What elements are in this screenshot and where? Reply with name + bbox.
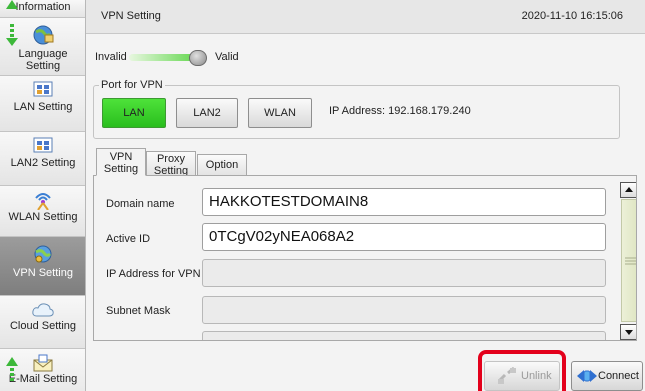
sidebar-item-label: Cloud Setting: [9, 320, 77, 332]
port-for-vpn-legend: Port for VPN: [99, 79, 165, 91]
scroll-down-arrow-icon[interactable]: [6, 24, 18, 46]
sidebar-item-lan2[interactable]: LAN2 Setting: [0, 132, 85, 186]
globe-key-icon: [34, 245, 52, 263]
unlink-label: Unlink: [521, 370, 552, 382]
toggle-knob[interactable]: [189, 50, 207, 66]
network-port-icon: [33, 137, 53, 153]
port-for-vpn-group: Port for VPN LAN LAN2 WLAN IP Address: 1…: [93, 79, 620, 139]
tab-label-line1: VPN: [109, 151, 133, 163]
subnet-mask-field: [202, 296, 606, 324]
globe-icon: [33, 25, 54, 45]
sidebar-item-vpn[interactable]: VPN Setting: [0, 237, 85, 296]
panel-scrollbar[interactable]: [620, 182, 636, 340]
mail-icon: [33, 354, 53, 372]
connect-button[interactable]: Connect: [571, 361, 643, 391]
domain-name-field[interactable]: HAKKOTESTDOMAIN8: [202, 188, 606, 216]
scroll-up-arrow-icon[interactable]: [6, 0, 18, 12]
scroll-down-button[interactable]: [620, 324, 636, 340]
vpn-setting-panel: Domain name HAKKOTESTDOMAIN8 Active ID 0…: [93, 175, 637, 341]
sidebar: Information Language Setting LAN Setting: [0, 0, 86, 391]
valid-label: Valid: [215, 51, 239, 63]
port-lan2-button[interactable]: LAN2: [176, 98, 238, 128]
grip-lines-icon: [625, 257, 636, 265]
sidebar-item-lan[interactable]: LAN Setting: [0, 76, 85, 132]
port-wlan-button[interactable]: WLAN: [248, 98, 312, 128]
sidebar-item-wlan[interactable]: WLAN Setting: [0, 186, 85, 237]
tab-label-line1: Proxy: [156, 153, 186, 165]
active-id-field[interactable]: 0TCgV02yNEA068A2: [202, 223, 606, 251]
tab-label-line1: Option: [205, 159, 239, 171]
vpn-enable-toggle[interactable]: [129, 50, 207, 66]
port-lan-button[interactable]: LAN: [102, 98, 166, 128]
invalid-label: Invalid: [95, 51, 127, 63]
broken-link-icon: [497, 367, 516, 384]
sidebar-item-label: WLAN Setting: [8, 211, 78, 223]
cloud-icon: [32, 303, 54, 317]
active-id-label: Active ID: [106, 233, 151, 245]
sidebar-item-label: LAN2 Setting: [10, 157, 76, 169]
sidebar-item-cloud[interactable]: Cloud Setting: [0, 296, 85, 349]
sidebar-item-label: VPN Setting: [13, 267, 73, 279]
connect-arrows-icon: [577, 370, 597, 382]
sidebar-item-label: Language Setting: [18, 48, 68, 72]
triangle-down-icon: [625, 330, 633, 335]
scroll-thumb[interactable]: [621, 199, 636, 322]
tab-label-line2: Setting: [103, 163, 139, 175]
network-port-icon: [33, 81, 53, 97]
port-ip-address: IP Address: 192.168.179.240: [329, 105, 471, 117]
sidebar-item-label: LAN Setting: [13, 101, 73, 113]
tab-vpn-setting[interactable]: VPN Setting: [96, 148, 146, 176]
main-content: Invalid Valid Port for VPN LAN LAN2 WLAN…: [86, 34, 645, 391]
tab-proxy-setting[interactable]: Proxy Setting: [146, 151, 196, 177]
wifi-icon: [35, 193, 51, 210]
connect-label: Connect: [598, 370, 639, 382]
scroll-up-arrow-icon[interactable]: [6, 357, 18, 387]
page-title: VPN Setting: [101, 10, 161, 22]
scroll-up-button[interactable]: [620, 182, 636, 198]
unlink-button[interactable]: Unlink: [484, 361, 560, 391]
ip-address-for-vpn-field: [202, 259, 606, 287]
subnet-mask-label: Subnet Mask: [106, 305, 171, 317]
datetime-display: 2020-11-10 16:15:06: [521, 10, 623, 22]
tab-option[interactable]: Option: [197, 154, 247, 176]
next-field-partial: [202, 331, 606, 340]
triangle-up-icon: [625, 187, 633, 192]
header-bar: VPN Setting 2020-11-10 16:15:06: [86, 0, 645, 34]
domain-name-label: Domain name: [106, 198, 175, 210]
ip-address-for-vpn-label: IP Address for VPN: [106, 268, 201, 280]
